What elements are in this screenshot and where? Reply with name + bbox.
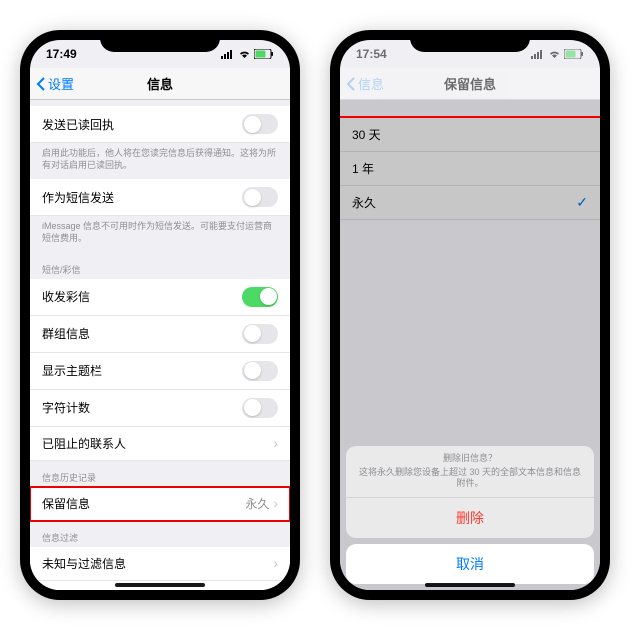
- status-time: 17:54: [356, 47, 387, 61]
- row-opt-forever[interactable]: 永久 ✓: [340, 186, 600, 220]
- row-label: 发送已读回执: [42, 116, 242, 133]
- toggle-send-as-sms[interactable]: [242, 187, 278, 207]
- chevron-right-icon: ›: [273, 589, 278, 590]
- sheet-title: 删除旧信息？ 这将永久删除您设备上超过 30 天的全部文本信息和信息附件。: [346, 446, 594, 498]
- row-blocked[interactable]: 已阻止的联系人 ›: [30, 427, 290, 461]
- checkmark-icon: ✓: [576, 194, 588, 211]
- toggle-mms[interactable]: [242, 287, 278, 307]
- signal-icon: [531, 49, 545, 59]
- header-filter: 信息过滤: [30, 521, 290, 547]
- screen-left: 17:49 设置 信息 发送已读回执 启用此功能后，他人将在您读完信息后获得通知…: [30, 40, 290, 590]
- phone-right: 17:54 信息 保留信息 30 天 1 年: [330, 30, 610, 600]
- row-label: 字符计数: [42, 399, 242, 416]
- row-unknown-filter[interactable]: 未知与过滤信息 ›: [30, 547, 290, 581]
- sheet-title-msg: 这将永久删除您设备上超过 30 天的全部文本信息和信息附件。: [356, 467, 584, 490]
- footer-read-receipt: 启用此功能后，他人将在您读完信息后获得通知。这将为所有对话启用已读回执。: [30, 143, 290, 179]
- toggle-group[interactable]: [242, 324, 278, 344]
- battery-icon: [254, 49, 274, 59]
- row-label: 未知与过滤信息: [42, 555, 273, 572]
- row-label: 群组信息: [42, 325, 242, 342]
- header-history: 信息历史记录: [30, 461, 290, 487]
- wifi-icon: [548, 49, 561, 59]
- row-mms[interactable]: 收发彩信: [30, 279, 290, 316]
- row-label: 保留信息: [42, 495, 245, 512]
- row-label: 显示主题栏: [42, 362, 242, 379]
- row-label: 永久: [352, 194, 576, 211]
- nav-bar: 信息 保留信息: [340, 68, 600, 100]
- home-indicator[interactable]: [425, 583, 515, 587]
- screen-right: 17:54 信息 保留信息 30 天 1 年: [340, 40, 600, 590]
- sheet-cancel-button[interactable]: 取消: [346, 544, 594, 584]
- action-sheet: 删除旧信息？ 这将永久删除您设备上超过 30 天的全部文本信息和信息附件。 删除…: [346, 446, 594, 584]
- nav-bar: 设置 信息: [30, 68, 290, 100]
- sheet-main: 删除旧信息？ 这将永久删除您设备上超过 30 天的全部文本信息和信息附件。 删除: [346, 446, 594, 538]
- row-keep-messages[interactable]: 保留信息 永久 ›: [30, 487, 290, 521]
- row-group[interactable]: 群组信息: [30, 316, 290, 353]
- toggle-read-receipt[interactable]: [242, 114, 278, 134]
- wifi-icon: [238, 49, 251, 59]
- nav-title: 信息: [30, 74, 290, 93]
- chevron-right-icon: ›: [273, 495, 278, 511]
- footer-send-as-sms: iMessage 信息不可用时作为短信发送。可能要支付运营商短信费用。: [30, 216, 290, 252]
- notch: [100, 30, 220, 52]
- status-time: 17:49: [46, 47, 77, 61]
- toggle-char-count[interactable]: [242, 398, 278, 418]
- chevron-right-icon: ›: [273, 435, 278, 451]
- row-read-receipt[interactable]: 发送已读回执: [30, 106, 290, 143]
- row-subject[interactable]: 显示主题栏: [30, 353, 290, 390]
- row-label: 已阻止的联系人: [42, 435, 273, 452]
- row-opt-1y[interactable]: 1 年: [340, 152, 600, 186]
- content-left[interactable]: 发送已读回执 启用此功能后，他人将在您读完信息后获得通知。这将为所有对话启用已读…: [30, 100, 290, 590]
- chevron-right-icon: ›: [273, 555, 278, 571]
- toggle-subject[interactable]: [242, 361, 278, 381]
- row-opt-30d[interactable]: 30 天: [340, 118, 600, 152]
- row-label: 1 年: [352, 160, 588, 177]
- row-send-as-sms[interactable]: 作为短信发送: [30, 179, 290, 216]
- phone-left: 17:49 设置 信息 发送已读回执 启用此功能后，他人将在您读完信息后获得通知…: [20, 30, 300, 600]
- row-value: 永久: [245, 495, 269, 512]
- status-right: [531, 49, 584, 59]
- home-indicator[interactable]: [115, 583, 205, 587]
- row-char-count[interactable]: 字符计数: [30, 390, 290, 427]
- row-label: 过滤信息: [42, 589, 273, 590]
- header-sms: 短信/彩信: [30, 253, 290, 279]
- nav-title: 保留信息: [340, 74, 600, 93]
- signal-icon: [221, 49, 235, 59]
- row-label: 作为短信发送: [42, 189, 242, 206]
- row-label: 收发彩信: [42, 288, 242, 305]
- sheet-delete-button[interactable]: 删除: [346, 498, 594, 538]
- notch: [410, 30, 530, 52]
- sheet-title-q: 删除旧信息？: [356, 453, 584, 465]
- row-label: 30 天: [352, 126, 588, 143]
- status-right: [221, 49, 274, 59]
- battery-icon: [564, 49, 584, 59]
